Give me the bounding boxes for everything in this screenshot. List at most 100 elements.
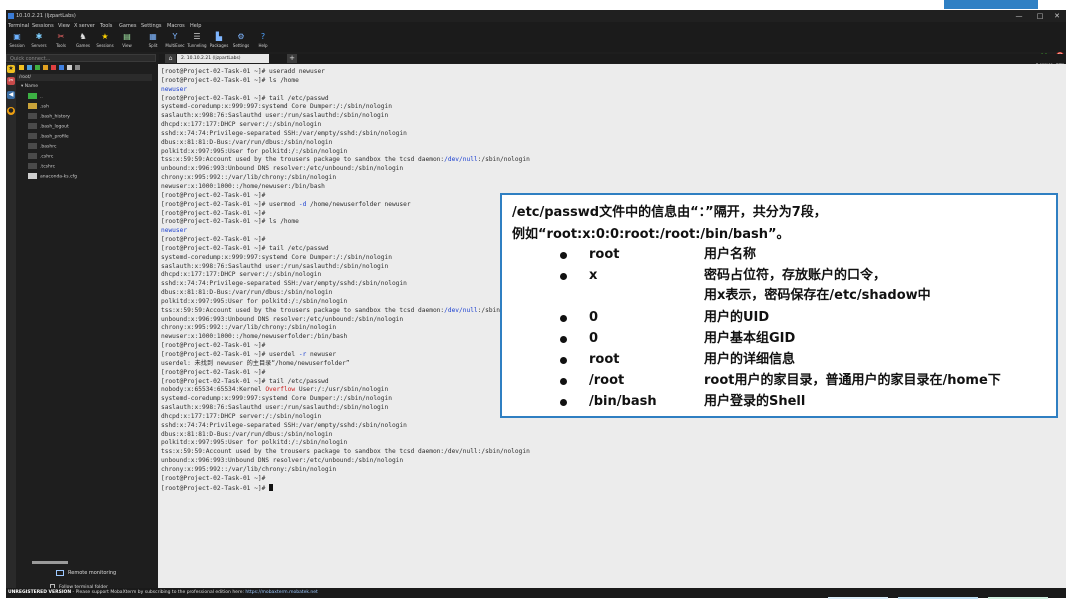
- games-icon: ♞: [79, 32, 87, 41]
- home-tab[interactable]: ⌂: [165, 54, 176, 63]
- new-folder-icon[interactable]: [67, 65, 72, 70]
- slide-decoration: [828, 597, 1048, 599]
- menu-macros[interactable]: Macros: [167, 22, 185, 31]
- tree-item[interactable]: .bash_history: [28, 113, 148, 121]
- terminal-text: newuser:x:1000:1000::/home/newuserfolder…: [161, 333, 348, 341]
- terminal-text: [root@Project-02-Task-01 ~]# useradd new…: [161, 68, 325, 75]
- tree-item[interactable]: ..: [28, 93, 148, 101]
- sidebar-vertical-tabs: ★ ✂ ◀ ●: [6, 63, 16, 589]
- minimize-button[interactable]: —: [1008, 10, 1030, 22]
- file-toolbar: [17, 64, 157, 72]
- toolbar-help-button[interactable]: ? Help: [252, 32, 274, 52]
- tree-item[interactable]: .cshrc: [28, 153, 148, 161]
- toolbar-sessions-button[interactable]: ★ Sessions: [94, 32, 116, 52]
- delete-icon[interactable]: [51, 65, 56, 70]
- terminal-text: [root@Project-02-Task-01 ~]# tail /etc/p…: [161, 244, 329, 252]
- toolbar-view-button[interactable]: ▤ View: [116, 32, 138, 52]
- terminal-text: saslauth:x:998:76:Saslauthd user:/run/sa…: [161, 404, 389, 412]
- sessions-star-icon[interactable]: ★: [7, 65, 15, 73]
- file-icon: [28, 133, 37, 139]
- upload-icon[interactable]: [35, 65, 40, 70]
- panel-resize-handle[interactable]: [32, 561, 68, 564]
- file-icon: [28, 113, 37, 119]
- terminal-cursor: [269, 483, 274, 491]
- terminal-text: [root@Project-02-Task-01 ~]# userdel: [161, 351, 299, 358]
- home-icon: ⌂: [168, 55, 173, 62]
- menu-x-server[interactable]: X server: [74, 22, 95, 31]
- remote-monitoring-button[interactable]: Remote monitoring: [56, 568, 116, 578]
- toolbar-settings-button[interactable]: ⚙ Settings: [230, 32, 252, 52]
- field-item: root 用户名称: [542, 245, 1057, 265]
- close-button[interactable]: ✕: [1046, 10, 1066, 22]
- terminal-text: User:/:/usr/sbin/nologin: [295, 386, 389, 394]
- terminal-text: unbound:x:996:993:Unbound DNS resolver:/…: [161, 315, 404, 323]
- tree-item[interactable]: anaconda-ks.cfg: [28, 173, 148, 181]
- field-item: 0 用户基本组GID: [542, 329, 1057, 349]
- menu-help[interactable]: Help: [190, 22, 201, 31]
- tree-header: ▾ Name: [21, 84, 38, 89]
- terminal-text: [root@Project-02-Task-01 ~]#: [161, 484, 270, 492]
- toolbar-servers-button[interactable]: ✱ Servers: [28, 32, 50, 52]
- menu-terminal[interactable]: Terminal: [8, 22, 29, 31]
- new-file-icon[interactable]: [59, 65, 64, 70]
- path-input[interactable]: /root/: [17, 74, 152, 81]
- slide-top-border: [0, 0, 1066, 8]
- toolbar-tunneling-button[interactable]: ☰ Tunneling: [186, 32, 208, 52]
- packages-icon: ▙: [215, 32, 223, 41]
- menu-view[interactable]: View: [58, 22, 70, 31]
- tree-item[interactable]: .bash_logout: [28, 123, 148, 131]
- terminal-text: /home/newuserfolder newuser: [306, 200, 411, 208]
- subscribe-link[interactable]: https://mobaxterm.mobatek.net: [245, 590, 317, 595]
- tree-item[interactable]: .bash_profile: [28, 133, 148, 141]
- toolbar-packages-button[interactable]: ▙ Packages: [208, 32, 230, 52]
- terminal-text: polkitd:x:997:995:User for polkitd:/:/sb…: [161, 147, 348, 155]
- terminal-line: unbound:x:996:993:Unbound DNS resolver:/…: [161, 165, 1041, 174]
- toolbar-multiexec-button[interactable]: Y MultiExec: [164, 32, 186, 52]
- terminal-text: /dev/null: [444, 306, 478, 314]
- menu-sessions[interactable]: Sessions: [32, 22, 54, 31]
- window-title: 10.10.2.21 (ljzpartLabs): [16, 13, 76, 19]
- terminal-text: unbound:x:996:993:Unbound DNS resolver:/…: [161, 457, 404, 465]
- macros-tab-icon[interactable]: ●: [7, 107, 15, 115]
- app-icon: [8, 13, 14, 19]
- toolbar-split-button[interactable]: ▦ Split: [142, 32, 164, 52]
- menu-games[interactable]: Games: [119, 22, 137, 31]
- new-tab-button[interactable]: +: [287, 54, 297, 63]
- terminal-line: dbus:x:81:81:D-Bus:/var/run/dbus:/sbin/n…: [161, 139, 1041, 148]
- tools-tab-icon[interactable]: ✂: [7, 77, 15, 85]
- sftp-tab-icon[interactable]: ◀: [7, 91, 15, 99]
- menu-settings[interactable]: Settings: [141, 22, 162, 31]
- folder-up-icon[interactable]: [19, 65, 24, 70]
- terminal-text: sshd:x:74:74:Privilege-separated SSH:/va…: [161, 280, 407, 288]
- bullet-icon: [560, 252, 567, 259]
- properties-icon[interactable]: [75, 65, 80, 70]
- tree-item[interactable]: .tcshrc: [28, 163, 148, 171]
- session-tab[interactable]: 2. 10.10.2.21 (ljzpartLabs): [177, 54, 269, 63]
- sessions-icon: ★: [101, 32, 109, 41]
- terminal-text: dbus:x:81:81:D-Bus:/var/run/dbus:/sbin/n…: [161, 138, 333, 146]
- toolbar-tools-button[interactable]: ✂ Tools: [50, 32, 72, 52]
- tree-item[interactable]: .ssh: [28, 103, 148, 111]
- field-item: root 用户的详细信息: [542, 350, 1057, 370]
- monitor-icon: [56, 569, 64, 576]
- menu-tools[interactable]: Tools: [100, 22, 112, 31]
- terminal-text: tss:x:59:59:Account used by the trousers…: [161, 156, 445, 164]
- terminal-text: tss:x:59:59:Account used by the trousers…: [161, 448, 530, 456]
- view-icon: ▤: [123, 32, 131, 41]
- download-icon[interactable]: [27, 65, 32, 70]
- terminal-text: saslauth:x:998:76:Saslauthd user:/run/sa…: [161, 112, 389, 120]
- split-icon: ▦: [149, 32, 157, 41]
- refresh-icon[interactable]: [43, 65, 48, 70]
- toolbar-games-button[interactable]: ♞ Games: [72, 32, 94, 52]
- terminal-text: dhcpd:x:177:177:DHCP server:/:/sbin/nolo…: [161, 271, 322, 279]
- terminal-text: chrony:x:995:992::/var/lib/chrony:/sbin/…: [161, 324, 337, 332]
- file-icon: [28, 143, 37, 149]
- toolbar-session-button[interactable]: ▣ Session: [6, 32, 28, 52]
- tree-item[interactable]: .bashrc: [28, 143, 148, 151]
- bullet-icon: [560, 378, 567, 385]
- quick-connect-input[interactable]: Quick connect...: [6, 54, 156, 62]
- terminal-text: [root@Project-02-Task-01 ~]#: [161, 236, 266, 244]
- terminal-text: chrony:x:995:992::/var/lib/chrony:/sbin/…: [161, 174, 337, 182]
- terminal-text: dbus:x:81:81:D-Bus:/var/run/dbus:/sbin/n…: [161, 289, 333, 297]
- bullet-icon: [560, 399, 567, 406]
